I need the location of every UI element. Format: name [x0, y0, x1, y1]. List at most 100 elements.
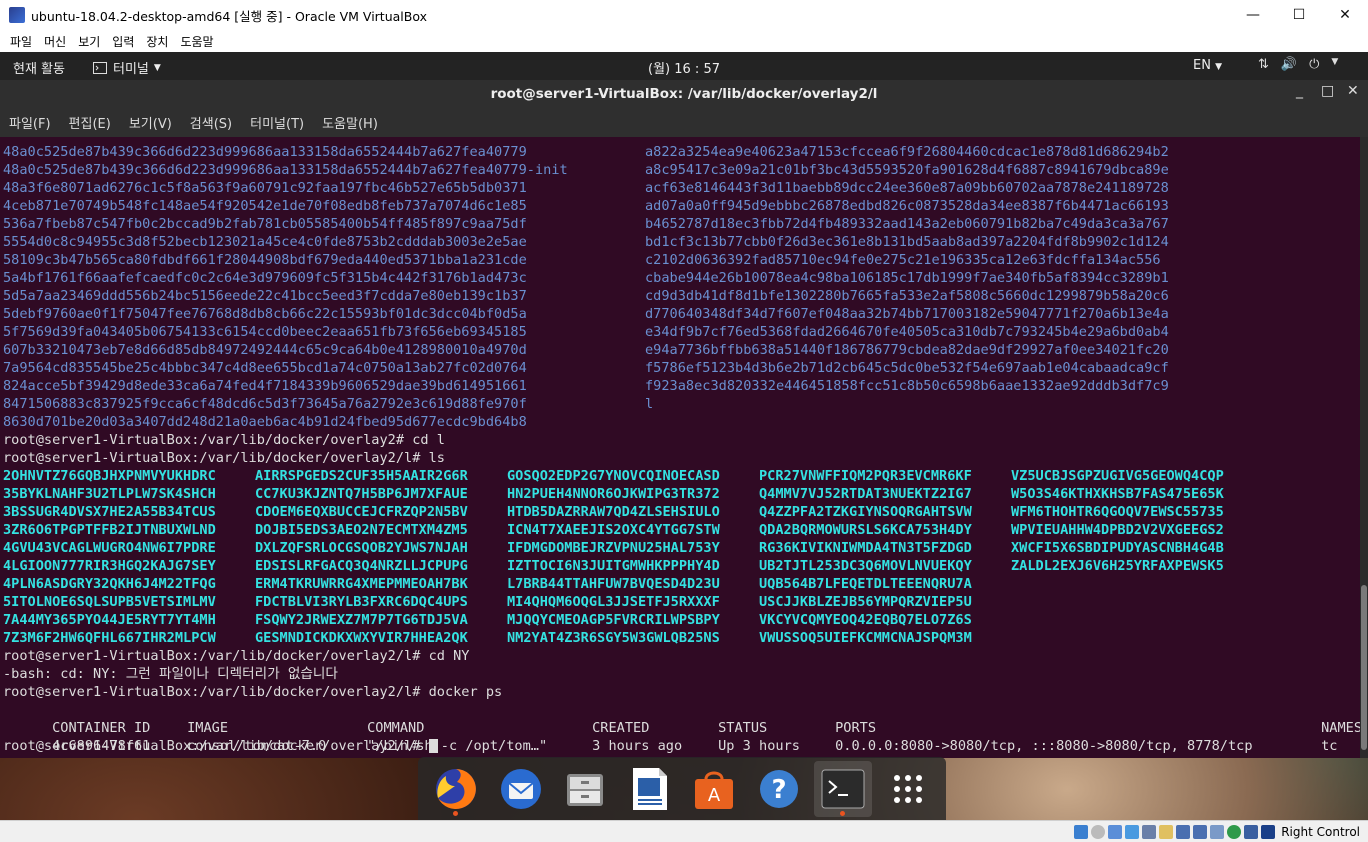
maximize-button[interactable]: ☐ [1276, 0, 1322, 30]
keyboard-icon[interactable] [1244, 824, 1259, 839]
virtualbox-titlebar: ubuntu-18.04.2-desktop-amd64 [실행 중] - Or… [0, 0, 1368, 30]
ls-entry: DXLZQFSRLOCGSQOB2YJWS7NJAH [255, 540, 468, 556]
ls-entry: MJQQYCMEOAGP5FVRCRILWPSBPY [507, 612, 720, 628]
ls-entry: 35BYKLNAHF3U2TLPLW7SK4SHCH [3, 486, 216, 502]
prompt-line: root@server1-VirtualBox:/var/lib/docker/… [3, 450, 445, 466]
dir-name: b4652787d18ec3fbb72d4fb489332aad143a2eb0… [645, 216, 1169, 232]
writer-launcher[interactable] [621, 761, 679, 817]
clock[interactable]: (월) 16 : 57 [0, 58, 1368, 77]
terminal-menubar: 파일(F) 편집(E) 보기(V) 검색(S) 터미널(T) 도움말(H) [0, 107, 1368, 137]
recording-icon[interactable] [1193, 824, 1208, 839]
dir-name: 5d5a7aa23469ddd556b24bc5156eede22c41bcc5… [3, 288, 527, 304]
usb-icon[interactable] [1142, 824, 1157, 839]
ls-entry: 4GVU43VCAGLWUGRO4NW6I7PDRE [3, 540, 216, 556]
ls-entry: HTDB5DAZRRAW7QD4ZLSEHSIULO [507, 504, 720, 520]
dir-name: a8c95417c3e09a21c01bf3bc43d5593520fa9016… [645, 162, 1169, 178]
overlay-dir-listing: 48a0c525de87b439c366d6d223d999686aa13315… [0, 143, 1360, 431]
guest-screen: 현재 활동 터미널 ▼ (월) 16 : 57 EN ▼ ⇅ 🔊 ⏻ ▼ roo… [0, 52, 1368, 820]
display-icon[interactable] [1176, 824, 1191, 839]
dir-name: 58109c3b47b565ca80fdbdf661f28044908bdf67… [3, 252, 527, 268]
cpu-icon[interactable] [1210, 824, 1225, 839]
vb-menu-help[interactable]: 도움말 [180, 33, 213, 50]
vb-menu-input[interactable]: 입력 [112, 33, 134, 50]
harddisk-icon[interactable] [1074, 824, 1089, 839]
ls-entry: HN2PUEH4NNOR6OJKWIPG3TR372 [507, 486, 720, 502]
term-menu-terminal[interactable]: 터미널(T) [250, 113, 304, 132]
ls-entry: WFM6THOHTR6QGOQV7EWSC55735 [1011, 504, 1224, 520]
vb-menu-view[interactable]: 보기 [78, 33, 100, 50]
dir-name: cd9d3db41df8d1bfe1302280b7665fa533e2af58… [645, 288, 1169, 304]
docker-header: NAMES [1321, 720, 1360, 736]
vb-menu-devices[interactable]: 장치 [146, 33, 168, 50]
ls-entry: MI4QHQM6OQGL3JJSETFJ5RXXXF [507, 594, 720, 610]
show-apps-button[interactable] [879, 761, 937, 817]
dir-name: 7a9564cd835545be25c4bbbc347c4d8ee655bcd1… [3, 360, 527, 376]
dir-row: 4ceb871e70749b548fc148ae54f920542e1de70f… [0, 197, 1360, 215]
terminal-minimize-button[interactable]: _ [1296, 83, 1303, 99]
terminal-icon [821, 769, 865, 808]
show-apps-icon [893, 774, 922, 803]
ls-entry: ICN4T7XAEEJIS2OXC4YTGG7STW [507, 522, 720, 538]
term-menu-file[interactable]: 파일(F) [9, 113, 51, 132]
system-tray[interactable]: ⇅ 🔊 ⏻ ▼ [1258, 57, 1338, 72]
ls-entry: 3BSSUGR4DVSX7HE2A55B34TCUS [3, 504, 216, 520]
files-launcher[interactable] [556, 761, 614, 817]
term-menu-help[interactable]: 도움말(H) [322, 113, 378, 132]
audio-icon[interactable] [1108, 824, 1123, 839]
scrollbar-thumb[interactable] [1361, 585, 1367, 750]
terminal-maximize-button[interactable]: □ [1321, 83, 1334, 99]
dir-name: a822a3254ea9e40623a47153cfccea6f9f268044… [645, 144, 1169, 160]
help-launcher[interactable]: ? [750, 761, 808, 817]
thunderbird-launcher[interactable] [492, 761, 550, 817]
ls-row: 3BSSUGR4DVSX7HE2A55B34TCUS CDOEM6EQXBUCCE… [0, 503, 1360, 521]
power-icon: ⏻ [1309, 57, 1320, 72]
prompt-line: root@server1-VirtualBox:/var/lib/docker/… [3, 648, 470, 664]
term-menu-view[interactable]: 보기(V) [129, 113, 172, 132]
dir-row: 5debf9760ae0f1f75047fee76768d8db8cb66c22… [0, 305, 1360, 323]
ls-entry: 7A44MY365PYO44JE5RYT7YT4MH [3, 612, 216, 628]
ls-entry: AIRRSPGEDS2CUF35H5AAIR2G6R [255, 468, 468, 484]
dir-name: acf63e8146443f3d11baebb89dcc24ee360e87a0… [645, 180, 1169, 196]
shared-folders-icon[interactable] [1159, 824, 1174, 839]
optical-drive-icon[interactable] [1091, 824, 1106, 839]
input-language-menu[interactable]: EN ▼ [1193, 58, 1222, 73]
ls-entry: 4LGIOON777RIR3HGQ2KAJG7SEY [3, 558, 216, 574]
terminal-output[interactable]: 48a0c525de87b439c366d6d223d999686aa13315… [0, 137, 1360, 758]
ls-row: 4PLN6ASDGRY32QKH6J4M22TFQG ERM4TKRUWRRG4X… [0, 575, 1360, 593]
virtualbox-statusbar: Right Control [0, 820, 1368, 842]
ls-row: 2OHNVTZ76GQBJHXPNMVYUKHDRC AIRRSPGEDS2CUF… [0, 467, 1360, 485]
ls-entry: USCJJKBLZEJB56YMPQRZVIEP5U [759, 594, 972, 610]
input-language-label: EN [1193, 58, 1211, 73]
chevron-down-icon: ▼ [1331, 57, 1339, 67]
network-adapter-icon[interactable] [1125, 824, 1140, 839]
ls-entry: QDA2BQRMOWURSLS6KCA753H4DY [759, 522, 972, 538]
prompt-line: root@server1-VirtualBox:/var/lib/docker/… [3, 684, 503, 700]
terminal-title: root@server1-VirtualBox: /var/lib/docker… [490, 85, 878, 102]
terminal-close-button[interactable]: ✕ [1347, 83, 1359, 99]
firefox-launcher[interactable] [427, 761, 485, 817]
virtualbox-logo-icon [9, 7, 25, 23]
vb-menu-file[interactable]: 파일 [10, 33, 32, 50]
close-button[interactable]: ✕ [1322, 0, 1368, 30]
term-menu-search[interactable]: 검색(S) [190, 113, 232, 132]
terminal-launcher[interactable] [814, 760, 873, 817]
docker-header: CONTAINER ID [52, 720, 151, 736]
volume-icon: 🔊 [1280, 57, 1298, 72]
mouse-integration-icon[interactable] [1227, 824, 1242, 839]
ls-entry: IFDMGDOMBEJRZVPNU25HAL753Y [507, 540, 720, 556]
software-launcher[interactable]: A [685, 761, 743, 817]
dir-row: 5554d0c8c94955c3d8f52becb123021a45ce4c0f… [0, 233, 1360, 251]
network-icon: ⇅ [1258, 57, 1269, 72]
ls-entry: FDCTBLVI3RYLB3FXRC6DQC4UPS [255, 594, 468, 610]
dir-row: 48a0c525de87b439c366d6d223d999686aa13315… [0, 161, 1360, 179]
vb-menu-machine[interactable]: 머신 [44, 33, 66, 50]
dir-name: l [645, 396, 654, 412]
terminal-scrollbar[interactable] [1360, 137, 1368, 758]
error-line: -bash: cd: NY: 그런 파일이나 디렉터리가 없습니다 [3, 666, 338, 682]
dir-row: 8471506883c837925f9cca6cf48dcd6c5d3f7364… [0, 395, 1360, 413]
dir-row: 536a7fbeb87c547fb0c2bccad9b2fab781cb0558… [0, 215, 1360, 233]
host-key-label: Right Control [1281, 824, 1360, 839]
prompt-line: root@server1-VirtualBox:/var/lib/docker/… [3, 432, 445, 448]
minimize-button[interactable]: — [1230, 0, 1276, 30]
term-menu-edit[interactable]: 편집(E) [69, 113, 111, 132]
